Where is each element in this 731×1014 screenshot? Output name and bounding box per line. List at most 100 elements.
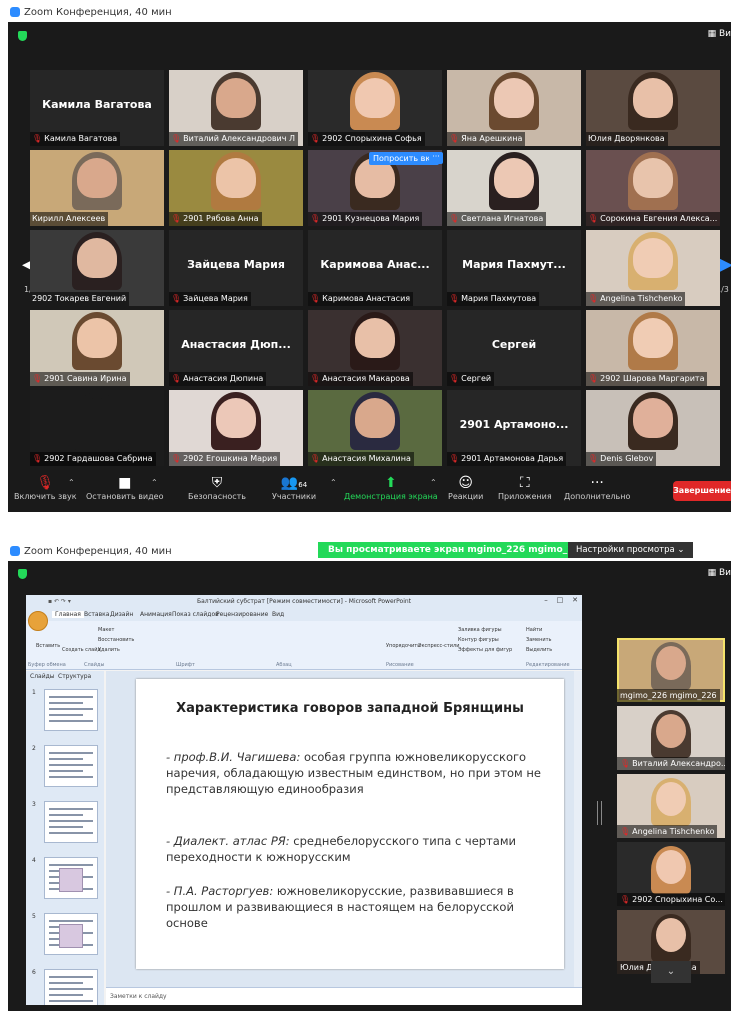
ppt-tab[interactable]: Анимация: [140, 611, 172, 618]
view-options-button[interactable]: Настройки просмотра ⌄: [568, 542, 693, 558]
ppt-ribbon: Буфер обмена Слайды Шрифт Абзац Рисование Ред…: [26, 611, 582, 670]
panel-resize-handle[interactable]: [597, 801, 602, 825]
ribbon-button[interactable]: Удалить: [98, 647, 120, 653]
participant-tile[interactable]: 🎙 Сорокина Евгения Алекса...: [586, 150, 720, 226]
ribbon-button[interactable]: Вставить: [36, 643, 60, 649]
tab-outline[interactable]: Структура: [58, 673, 91, 680]
ppt-tab[interactable]: Вставка: [84, 611, 109, 618]
ppt-tab[interactable]: Вид: [272, 611, 284, 618]
reactions-button[interactable]: ☺ Реакции: [448, 474, 483, 501]
scroll-down-button[interactable]: ⌄: [651, 961, 691, 983]
ribbon-button[interactable]: Найти: [526, 627, 542, 633]
security-shield-icon[interactable]: [18, 31, 27, 41]
ribbon-button[interactable]: Заменить: [526, 637, 552, 643]
participant-tile[interactable]: Юлия Дворянкова: [586, 70, 720, 146]
participant-tile[interactable]: 🎙 Анастасия Михалина: [308, 390, 442, 466]
participant-face: [494, 78, 534, 118]
security-shield-icon[interactable]: [18, 569, 27, 579]
ribbon-button[interactable]: Экспресс-стили: [418, 643, 459, 649]
ribbon-button[interactable]: Заливка фигуры: [458, 627, 502, 633]
participant-tile[interactable]: Зайцева Мария 🎙 Зайцева Мария: [169, 230, 303, 306]
security-button[interactable]: ⛨ Безопасность: [188, 474, 246, 501]
participants-options-chevron-icon[interactable]: ⌃: [330, 478, 337, 487]
ppt-tab[interactable]: Рецензирование: [216, 611, 268, 618]
participant-video-thumb[interactable]: 🎙 Angelina Tishchenko: [617, 774, 725, 838]
participant-tile[interactable]: 🎙 Яна Арешкина: [447, 70, 581, 146]
participant-name: Сергей: [461, 374, 492, 383]
ribbon-button[interactable]: Выделить: [526, 647, 552, 653]
ppt-tab[interactable]: Дизайн: [110, 611, 133, 618]
participant-tile[interactable]: 🎙 2902 Гардашова Сабрина: [30, 390, 164, 466]
participant-tile[interactable]: 🎙 Angelina Tishchenko: [586, 230, 720, 306]
zoom-window-gallery: Zoom Конференция, 40 мин ▦ Ви ◀ 1/3 ▶ 1/…: [8, 2, 731, 512]
participant-tile[interactable]: 🎙 2901 Рябова Анна: [169, 150, 303, 226]
share-screen-button[interactable]: ⬆ Демонстрация экрана: [344, 474, 438, 501]
ribbon-button[interactable]: Макет: [98, 627, 114, 633]
current-slide[interactable]: Характеристика говоров западной Брянщины…: [136, 679, 564, 969]
participant-name-label: 🎙 Анастасия Дюпина: [169, 372, 267, 386]
participant-tile[interactable]: 🎙 2902 Шарова Маргарита: [586, 310, 720, 386]
participant-name: Angelina Tishchenko: [632, 827, 715, 836]
slide-number: 6: [32, 969, 36, 976]
audio-options-chevron-icon[interactable]: ⌃: [68, 478, 75, 487]
participant-tile[interactable]: 🎙 Светлана Игнатова: [447, 150, 581, 226]
participant-tile[interactable]: Камила Вагатова 🎙 Камила Вагатова: [30, 70, 164, 146]
slide-scrollbar[interactable]: [574, 671, 582, 987]
participant-tile[interactable]: 🎙 2902 Егошкина Мария: [169, 390, 303, 466]
end-meeting-button[interactable]: Завершение: [673, 481, 731, 501]
more-button[interactable]: ··· Дополнительно: [564, 474, 630, 501]
quick-access-toolbar[interactable]: ▪ ↶ ↷ ▾: [48, 598, 71, 605]
slide-thumbnail[interactable]: [44, 969, 98, 1005]
tab-slides[interactable]: Слайды: [30, 673, 55, 680]
participant-tile[interactable]: 2901 Артамоно... 🎙 2901 Артамонова Дарья: [447, 390, 581, 466]
slide-thumbnail[interactable]: [44, 857, 98, 899]
slide-thumbnail[interactable]: [44, 913, 98, 955]
slide-thumbnail[interactable]: [44, 801, 98, 843]
participant-video-thumb[interactable]: 🎙 2902 Спорыхина Со...: [617, 842, 725, 906]
ribbon-button[interactable]: Эффекты для фигур: [458, 647, 512, 653]
ribbon-button[interactable]: Упорядочить: [386, 643, 420, 649]
participant-tile[interactable]: Анастасия Дюп... 🎙 Анастасия Дюпина: [169, 310, 303, 386]
ribbon-button[interactable]: Восстановить: [98, 637, 134, 643]
ribbon-button[interactable]: Контур фигуры: [458, 637, 499, 643]
video-options-chevron-icon[interactable]: ⌃: [151, 478, 158, 487]
participant-display-name: 2901 Артамоно...: [459, 418, 569, 431]
participant-name: 2901 Савина Ирина: [44, 374, 127, 383]
slide-thumbnail[interactable]: [44, 745, 98, 787]
viewing-share-banner: Вы просматриваете экран mgimo_226 mgimo_…: [318, 542, 596, 558]
ribbon-group-label: Шрифт: [176, 662, 195, 668]
share-options-chevron-icon[interactable]: ⌃: [430, 478, 437, 487]
participant-video-thumb[interactable]: 🎙 Виталий Александро...: [617, 706, 725, 770]
participant-tile[interactable]: 🎙 2902 Спорыхина Софья: [308, 70, 442, 146]
view-button-2[interactable]: ▦ Ви: [708, 568, 731, 578]
participant-tile[interactable]: 2902 Токарев Евгений: [30, 230, 164, 306]
more-options-button[interactable]: ···: [429, 152, 443, 164]
slide-number: 4: [32, 857, 36, 864]
participant-tile[interactable]: 🎙 2901 Савина Ирина: [30, 310, 164, 386]
mic-muted-icon: 🎙: [449, 294, 460, 303]
participant-tile[interactable]: Мария Пахмут... 🎙 Мария Пахмутова: [447, 230, 581, 306]
apps-button[interactable]: ⛶ Приложения: [498, 474, 552, 501]
participant-face: [633, 238, 673, 278]
participant-display-name: Мария Пахмут...: [462, 258, 566, 271]
participant-video-thumb[interactable]: mgimo_226 mgimo_226: [617, 638, 725, 702]
participant-tile[interactable]: 🎙 Виталий Александрович Л: [169, 70, 303, 146]
ppt-tab[interactable]: Показ слайдов: [172, 611, 219, 618]
mic-muted-icon: 🎙: [310, 214, 321, 223]
office-button[interactable]: [28, 611, 48, 631]
slide-thumbnail[interactable]: [44, 689, 98, 731]
ppt-window-buttons[interactable]: – □ ✕: [544, 596, 578, 604]
participant-tile[interactable]: 🎙 Denis Glebov: [586, 390, 720, 466]
participant-tile[interactable]: Сергей 🎙 Сергей: [447, 310, 581, 386]
mic-muted-icon: 🎙: [171, 294, 182, 303]
slide-notes[interactable]: Заметки к слайду: [106, 987, 582, 1005]
view-button[interactable]: ▦ Ви: [708, 29, 731, 39]
ribbon-button[interactable]: Создать слайд: [62, 647, 101, 653]
participant-tile[interactable]: Кирилл Алексеев: [30, 150, 164, 226]
participants-button[interactable]: 👥64 Участники: [272, 474, 316, 501]
ppt-tab[interactable]: Главная: [52, 611, 84, 618]
participant-tile[interactable]: 🎙 Анастасия Макарова: [308, 310, 442, 386]
participant-tile[interactable]: Каримова Анас... 🎙 Каримова Анастасия: [308, 230, 442, 306]
thumbnail-text-line: [49, 920, 93, 922]
thumbnail-text-line: [49, 820, 93, 822]
